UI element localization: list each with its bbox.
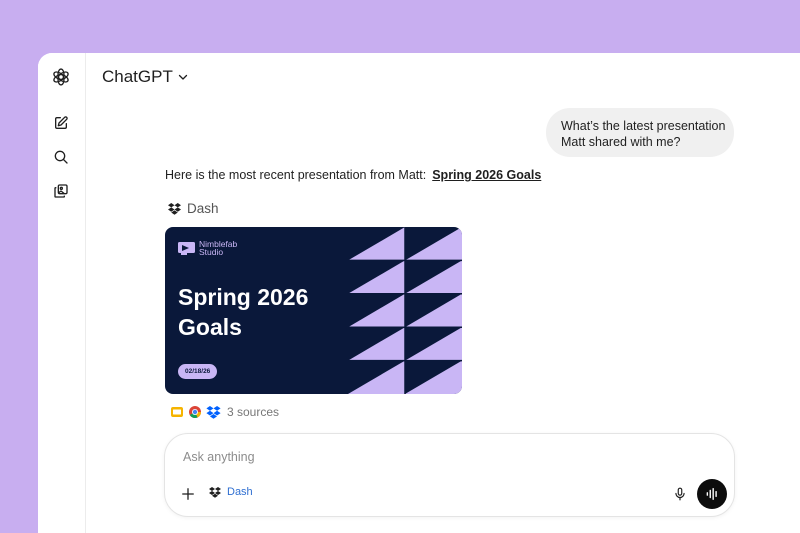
composer: Dash <box>164 433 735 517</box>
dash-connector-label: Dash <box>227 486 253 498</box>
microphone-icon <box>675 487 685 501</box>
dictate-button[interactable] <box>671 485 689 503</box>
presentation-card[interactable]: Nimblefab Studio Spring 2026 Goals 02/18… <box>165 227 462 394</box>
brand-name-line: Studio <box>199 247 224 257</box>
dropbox-icon <box>206 405 221 419</box>
slides-icon <box>171 407 183 417</box>
source-label: Dash <box>168 201 219 216</box>
sources-button[interactable]: 3 sources <box>170 405 279 419</box>
triangle-pattern <box>348 227 462 394</box>
chrome-icon <box>189 406 201 418</box>
voice-mode-button[interactable] <box>697 479 727 509</box>
library-icon[interactable] <box>50 180 72 202</box>
date-badge: 02/18/26 <box>178 364 218 379</box>
sidebar <box>38 53 86 533</box>
sources-count: 3 sources <box>227 405 280 419</box>
dropbox-icon <box>168 202 181 215</box>
assistant-message-text: Here is the most recent presentation fro… <box>165 168 427 182</box>
source-name: Dash <box>187 201 219 216</box>
brand-logo-icon <box>178 241 195 255</box>
dropbox-icon <box>209 486 221 498</box>
message-input[interactable] <box>183 450 633 464</box>
card-title-line: Spring 2026 <box>178 284 309 310</box>
model-selector[interactable]: ChatGPT <box>102 67 189 87</box>
add-attachment-button[interactable] <box>179 485 197 503</box>
waveform-icon <box>706 488 717 500</box>
search-icon[interactable] <box>50 146 72 168</box>
user-message: What’s the latest presentation Matt shar… <box>546 108 734 157</box>
assistant-message: Here is the most recent presentation fro… <box>165 168 541 182</box>
new-chat-icon[interactable] <box>50 112 72 134</box>
brand-logo: Nimblefab Studio <box>178 240 237 256</box>
card-title: Spring 2026 Goals <box>178 282 308 342</box>
openai-logo-icon[interactable] <box>50 66 72 88</box>
user-message-line: Matt shared with me? <box>561 135 681 149</box>
app-title: ChatGPT <box>102 67 173 86</box>
card-title-line: Goals <box>178 314 242 340</box>
chevron-down-icon <box>178 74 188 80</box>
card-cover: Nimblefab Studio Spring 2026 Goals 02/18… <box>165 227 348 394</box>
chat-window: ChatGPT What’s the latest presentation M… <box>38 53 800 533</box>
plus-icon <box>182 488 194 500</box>
presentation-link[interactable]: Spring 2026 Goals <box>432 168 541 182</box>
dash-connector-chip[interactable]: Dash <box>209 486 253 498</box>
user-message-line: What’s the latest presentation <box>561 119 726 133</box>
